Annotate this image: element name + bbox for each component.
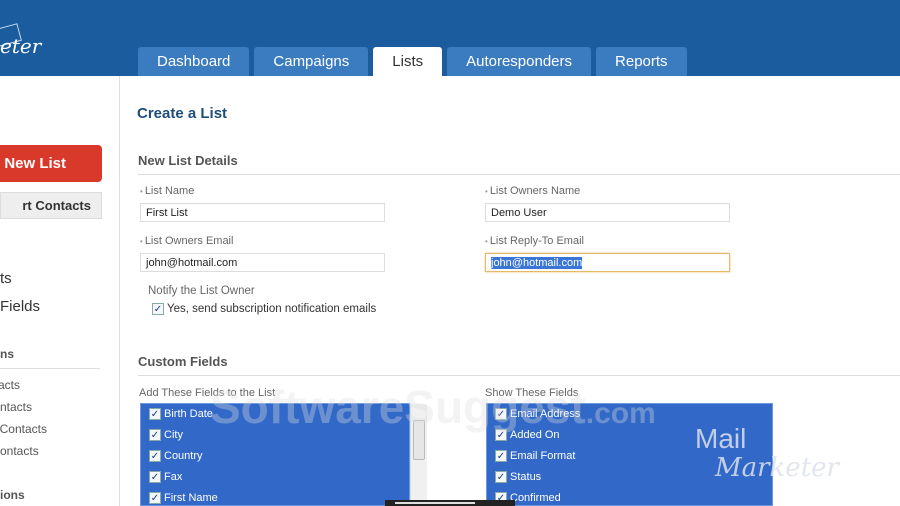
divider bbox=[0, 368, 100, 369]
list-item[interactable]: ✓ Fax bbox=[141, 467, 409, 488]
list-item[interactable]: ✓ First Name bbox=[141, 488, 409, 505]
reply-to-label: • List Reply-To Email bbox=[485, 235, 584, 247]
owners-name-input[interactable]: Demo User bbox=[485, 203, 730, 222]
sidebar-item[interactable]: acts bbox=[0, 378, 20, 392]
sidebar-link[interactable]: ts bbox=[0, 270, 12, 287]
video-player-bar[interactable] bbox=[385, 500, 515, 506]
owners-email-input[interactable]: john@hotmail.com bbox=[140, 253, 385, 272]
section-heading: New List Details bbox=[138, 153, 900, 175]
progress-track[interactable] bbox=[395, 502, 475, 504]
app-header: eter Dashboard Campaigns Lists Autorespo… bbox=[0, 0, 900, 76]
tab-campaigns[interactable]: Campaigns bbox=[254, 47, 369, 76]
new-list-button[interactable]: New List bbox=[0, 145, 102, 182]
sidebar bbox=[0, 76, 120, 506]
list-name-label: • List Name bbox=[140, 185, 195, 197]
sidebar-section-heading: ns bbox=[0, 347, 14, 361]
reply-to-input[interactable]: john@hotmail.com bbox=[485, 253, 730, 272]
sidebar-link-fields[interactable]: Fields bbox=[0, 298, 40, 315]
mailmarketer-watermark-logo: Mail Marketer bbox=[695, 423, 839, 484]
sidebar-item[interactable]: Contacts bbox=[0, 422, 47, 436]
mailmarketer-logo[interactable]: eter bbox=[0, 23, 41, 58]
sidebar-item[interactable]: ntacts bbox=[0, 400, 34, 414]
tab-autoresponders[interactable]: Autoresponders bbox=[447, 47, 592, 76]
import-contacts-button[interactable]: rt Contacts bbox=[0, 192, 102, 219]
main-nav-tabs: Dashboard Campaigns Lists Autoresponders… bbox=[138, 47, 687, 76]
tab-lists[interactable]: Lists bbox=[373, 47, 443, 76]
list-item[interactable]: ✓ Country bbox=[141, 446, 409, 467]
list-item[interactable]: ✓ Confirmed bbox=[487, 488, 772, 505]
notify-label: Notify the List Owner bbox=[148, 285, 255, 297]
tab-dashboard[interactable]: Dashboard bbox=[138, 47, 250, 76]
sidebar-section-heading: ions bbox=[0, 488, 25, 502]
section-heading: Custom Fields bbox=[138, 354, 900, 376]
checkbox-checked-icon[interactable]: ✓ bbox=[152, 303, 164, 315]
sidebar-item[interactable]: ontacts bbox=[0, 444, 39, 458]
list-name-input[interactable]: First List bbox=[140, 203, 385, 222]
page-title: Create a List bbox=[137, 105, 228, 122]
owners-email-label: • List Owners Email bbox=[140, 235, 234, 247]
watermark: SoftwareSuggest.com bbox=[210, 381, 656, 433]
tab-reports[interactable]: Reports bbox=[596, 47, 687, 76]
owners-name-label: • List Owners Name bbox=[485, 185, 581, 197]
notify-checkbox[interactable]: ✓ Yes, send subscription notification ema… bbox=[152, 303, 376, 315]
